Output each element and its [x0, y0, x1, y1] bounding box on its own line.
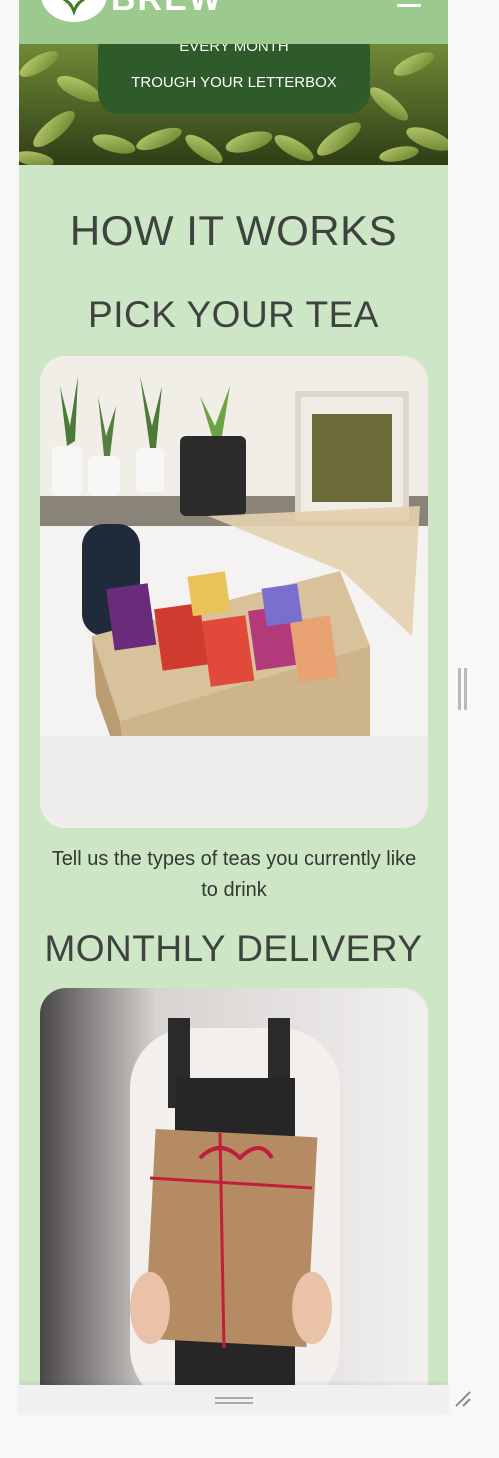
hero-message-box: EVERY MONTH TROUGH YOUR LETTERBOX	[98, 44, 370, 114]
step-monthly-delivery-title: MONTHLY DELIVERY	[44, 928, 423, 969]
hero-line-1: EVERY MONTH	[179, 44, 289, 55]
brand-name[interactable]: BREW	[111, 0, 223, 19]
viewport-bottom-bar	[19, 1385, 448, 1415]
viewport-bottom-resize-handle[interactable]	[215, 1397, 253, 1405]
page-viewport[interactable]: BREW	[19, 0, 448, 1385]
how-it-works-title: HOW IT WORKS	[69, 207, 398, 254]
step-pick-your-tea-title: PICK YOUR TEA	[88, 294, 379, 335]
step-pick-your-tea-caption: Tell us the types of teas you currently …	[51, 848, 417, 901]
viewport-side-resize-handle[interactable]	[458, 668, 468, 710]
tea-box-image	[40, 356, 428, 828]
tea-box-photo	[40, 356, 428, 828]
hero-banner: EVERY MONTH TROUGH YOUR LETTERBOX	[19, 44, 448, 165]
device-preview-frame: BREW	[0, 0, 499, 1458]
hero-line-2: TROUGH YOUR LETTERBOX	[131, 74, 337, 91]
logo[interactable]	[41, 0, 107, 22]
navbar: BREW	[19, 0, 448, 44]
tea-leaf-logo-icon	[62, 0, 86, 16]
hamburger-icon[interactable]	[397, 0, 421, 12]
gift-box-photo	[40, 988, 428, 1385]
resize-grip-icon[interactable]	[452, 1388, 474, 1410]
gift-box-image	[40, 988, 428, 1385]
